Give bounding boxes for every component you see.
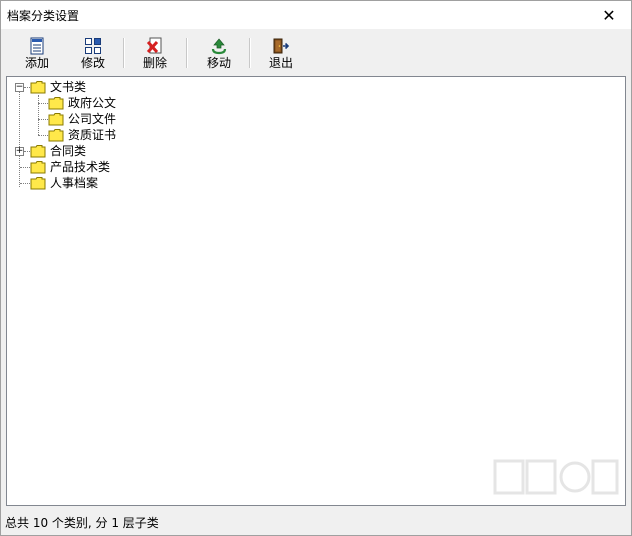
toolbar-separator [249,38,251,68]
toolbar-separator [186,38,188,68]
dialog-window: 档案分类设置 ✕ 添加 修改 删除 移动 退出 − + 文书类 政府公文 公司文… [0,0,632,536]
tree-node[interactable]: 人事档案 [30,175,98,191]
tree-node-label: 公司文件 [68,112,117,126]
tree-node-label: 产品技术类 [50,160,111,174]
edit-button-label: 修改 [80,56,105,70]
document-icon [30,37,44,55]
tree-line [38,119,48,121]
exit-door-icon [273,38,290,54]
tree-node[interactable]: 产品技术类 [30,159,110,175]
close-icon: ✕ [602,5,616,25]
status-text: 总共 10 个类别, 分 1 层子类 [5,516,159,530]
toolbar: 添加 修改 删除 移动 退出 [1,29,631,73]
tree-line [38,135,48,137]
tree-node-label: 合同类 [50,144,87,158]
grid-icon [85,38,101,54]
recycle-icon [211,38,227,55]
tree-node[interactable]: 政府公文 [48,95,116,111]
tree-line [19,91,21,187]
exit-button[interactable]: 退出 [257,35,305,71]
delete-icon [146,37,162,54]
collapse-toggle[interactable]: − [15,83,24,92]
title-bar: 档案分类设置 ✕ [1,1,631,29]
delete-button[interactable]: 删除 [131,35,179,71]
exit-button-label: 退出 [268,56,293,70]
tree-node[interactable]: 合同类 [30,143,86,159]
tree-node-label: 资质证书 [68,128,117,142]
folder-icon [48,113,64,126]
watermark-logo [493,459,619,495]
tree-line [38,103,48,105]
folder-icon [30,161,46,174]
tree-node[interactable]: 公司文件 [48,111,116,127]
add-button-label: 添加 [24,56,49,70]
status-bar: 总共 10 个类别, 分 1 层子类 [1,509,631,535]
folder-icon [30,81,46,94]
folder-icon [48,129,64,142]
move-button[interactable]: 移动 [195,35,243,71]
folder-icon [30,177,46,190]
expand-toggle[interactable]: + [15,147,24,156]
tree-node[interactable]: 资质证书 [48,127,116,143]
folder-icon [30,145,46,158]
tree-line [38,95,40,135]
tree-node-label: 人事档案 [50,176,99,190]
move-button-label: 移动 [206,56,231,70]
edit-button[interactable]: 修改 [69,35,117,71]
tree-node-label: 文书类 [50,80,87,94]
tree-line [20,183,30,185]
tree-line [20,167,30,169]
tree-node[interactable]: 文书类 [30,79,86,95]
folder-icon [48,97,64,110]
close-button[interactable]: ✕ [587,1,631,29]
category-tree[interactable]: − + 文书类 政府公文 公司文件 资质证书 合同类 产品技术类 人事档案 [6,76,626,506]
window-title: 档案分类设置 [7,9,80,23]
add-button[interactable]: 添加 [13,35,61,71]
delete-button-label: 删除 [142,56,167,70]
toolbar-separator [123,38,125,68]
tree-node-label: 政府公文 [68,96,117,110]
